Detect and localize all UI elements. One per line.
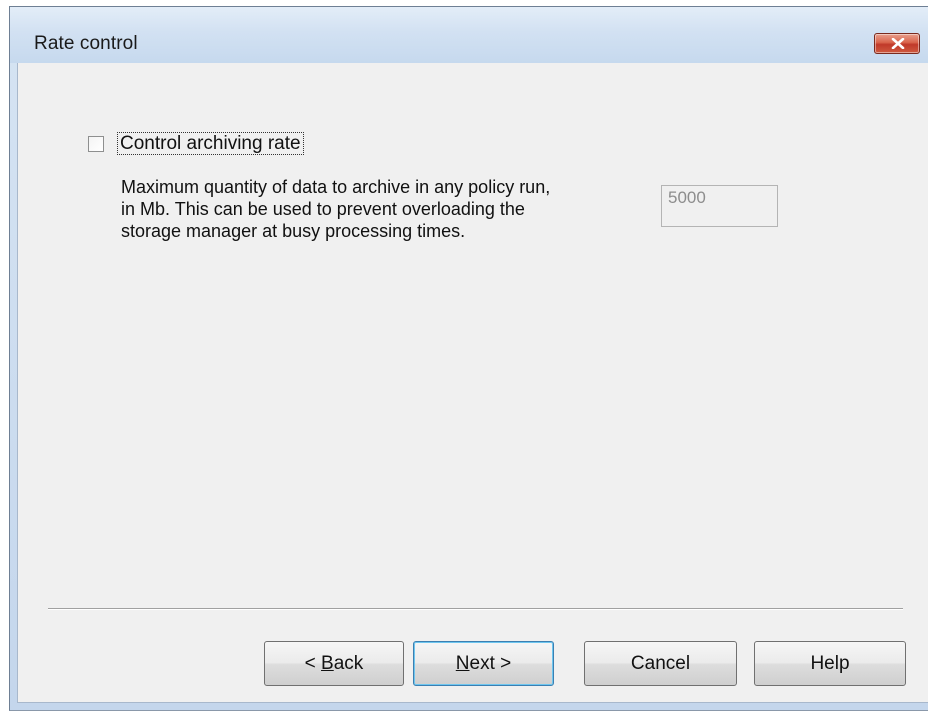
max-quantity-description: Maximum quantity of data to archive in a… <box>121 176 661 242</box>
window-title: Rate control <box>34 33 138 54</box>
back-button[interactable]: < Back <box>264 641 404 686</box>
back-mnemonic: B <box>321 653 334 674</box>
rate-control-dialog: Rate control Control archiving rate Maxi… <box>9 6 928 711</box>
close-button[interactable] <box>874 33 920 54</box>
back-prefix: < <box>304 653 322 674</box>
back-button-label: < Back <box>305 643 364 684</box>
close-x-icon <box>891 38 905 49</box>
back-rest: ack <box>333 653 364 674</box>
footer-separator <box>48 608 903 610</box>
max-quantity-input[interactable]: 5000 <box>661 185 778 227</box>
control-archiving-rate-checkbox[interactable] <box>88 136 104 152</box>
next-button-label: Next > <box>456 643 511 684</box>
next-rest: ext > <box>469 653 512 674</box>
cancel-button[interactable]: Cancel <box>584 641 737 686</box>
title-bar[interactable]: Rate control <box>10 7 928 63</box>
help-button[interactable]: Help <box>754 641 906 686</box>
control-archiving-rate-label[interactable]: Control archiving rate <box>117 132 304 155</box>
next-mnemonic: N <box>455 653 470 674</box>
dialog-body: Control archiving rate Maximum quantity … <box>17 63 928 703</box>
description-line: Maximum quantity of data to archive in a… <box>121 177 551 197</box>
description-line: in Mb. This can be used to prevent overl… <box>121 199 525 219</box>
description-line: storage manager at busy processing times… <box>121 221 466 241</box>
next-button[interactable]: Next > <box>413 641 554 686</box>
